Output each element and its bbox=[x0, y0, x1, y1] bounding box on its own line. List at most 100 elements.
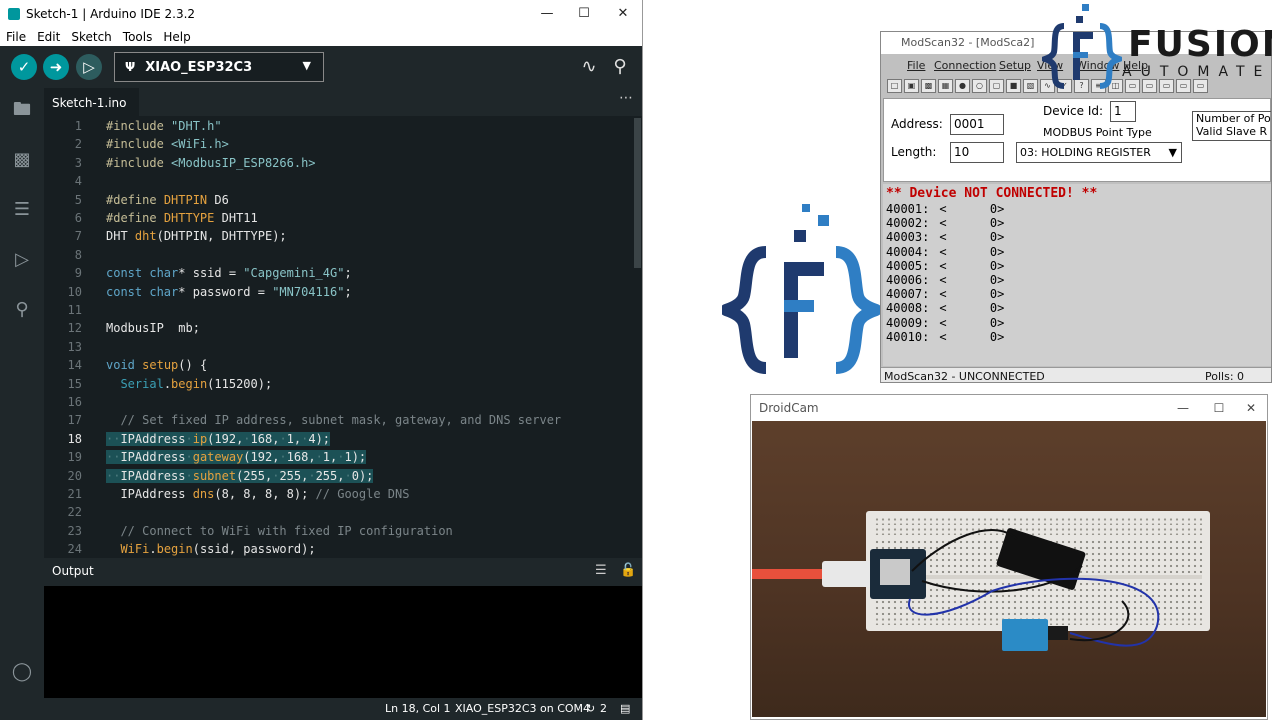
menu-tools[interactable]: Tools bbox=[123, 30, 153, 44]
register-row[interactable]: 40004: < 0> bbox=[886, 245, 1004, 259]
ms-menu-file[interactable]: File bbox=[907, 59, 925, 72]
code-text: IPAddress dns(8, 8, 8, 8); // Google DNS bbox=[106, 487, 410, 501]
code-line[interactable]: 6 #define DHTTYPE DHT11 bbox=[44, 209, 634, 227]
register-value: < 0> bbox=[939, 244, 1005, 259]
code-line[interactable]: 11 bbox=[44, 301, 634, 319]
board-selector[interactable]: Ψ XIAO_ESP32C3 ▼ bbox=[114, 52, 324, 82]
register-row[interactable]: 40002: < 0> bbox=[886, 216, 1004, 230]
code-line[interactable]: 20 ··IPAddress·subnet(255,·255,·255,·0); bbox=[44, 467, 634, 485]
register-row[interactable]: 40001: < 0> bbox=[886, 202, 1004, 216]
code-line[interactable]: 10 const char* password = "MN704116"; bbox=[44, 283, 634, 301]
line-number: 4 bbox=[74, 174, 82, 189]
arduino-app-icon bbox=[8, 8, 20, 20]
brand-left-brace bbox=[1042, 23, 1065, 89]
board-port-status[interactable]: XIAO_ESP32C3 on COM4 bbox=[455, 702, 590, 715]
code-line[interactable]: 16 bbox=[44, 393, 634, 411]
menu-file[interactable]: File bbox=[6, 30, 26, 44]
code-line[interactable]: 19 ··IPAddress·gateway(192,·168,·1,·1); bbox=[44, 448, 634, 466]
code-editor[interactable]: 1 #include "DHT.h" 2 #include <WiFi.h> 3 #inc… bbox=[44, 116, 642, 558]
code-line[interactable]: 24 WiFi.begin(ssid, password); bbox=[44, 540, 634, 558]
debug-panel-icon[interactable]: ▷ bbox=[10, 248, 34, 272]
brand-f-top bbox=[1073, 32, 1093, 39]
code-line[interactable]: 15 Serial.begin(115200); bbox=[44, 375, 634, 393]
register-row[interactable]: 40006: < 0> bbox=[886, 273, 1004, 287]
lock-icon[interactable]: 🔓 bbox=[620, 563, 636, 578]
verify-button[interactable]: ✓ bbox=[11, 54, 37, 80]
register-display[interactable]: ** Device NOT CONNECTED! ** 40001: < 0> 40… bbox=[883, 184, 1271, 366]
menu-sketch[interactable]: Sketch bbox=[71, 30, 111, 44]
register-value: < 0> bbox=[939, 329, 1005, 344]
clear-output-icon[interactable]: ☰ bbox=[595, 563, 607, 578]
register-row[interactable]: 40009: < 0> bbox=[886, 316, 1004, 330]
ide-titlebar[interactable]: Sketch-1 | Arduino IDE 2.3.2 — ☐ ✕ bbox=[0, 0, 642, 28]
register-row[interactable]: 40008: < 0> bbox=[886, 301, 1004, 315]
code-line[interactable]: 3 #include <ModbusIP_ESP8266.h> bbox=[44, 154, 634, 172]
code-line[interactable]: 17 // Set fixed IP address, subnet mask,… bbox=[44, 411, 634, 429]
library-icon[interactable]: ☰ bbox=[10, 198, 34, 222]
code-line[interactable]: 18 ··IPAddress·ip(192,·168,·1,·4); bbox=[44, 430, 634, 448]
ms-menu-setup[interactable]: Setup bbox=[999, 59, 1031, 72]
upload-button[interactable]: ➜ bbox=[43, 54, 69, 80]
length-input[interactable]: 10 bbox=[950, 142, 1004, 163]
code-line[interactable]: 12 ModbusIP mb; bbox=[44, 319, 634, 337]
register-row[interactable]: 40003: < 0> bbox=[886, 230, 1004, 244]
maximize-button[interactable]: ☐ bbox=[564, 0, 604, 28]
serial-monitor-icon[interactable]: ⚲ bbox=[609, 56, 631, 78]
register-value: < 0> bbox=[939, 258, 1005, 273]
dc-close-button[interactable]: ✕ bbox=[1239, 397, 1263, 419]
dc-minimize-button[interactable]: — bbox=[1171, 397, 1195, 419]
code-line[interactable]: 1 #include "DHT.h" bbox=[44, 117, 634, 135]
account-icon[interactable]: ◯ bbox=[10, 660, 34, 684]
debug-button[interactable]: ▷ bbox=[76, 54, 102, 80]
serial-plotter-icon[interactable]: ∿ bbox=[578, 56, 600, 78]
code-line[interactable]: 9 const char* ssid = "Capgemini_4G"; bbox=[44, 264, 634, 282]
register-row[interactable]: 40005: < 0> bbox=[886, 259, 1004, 273]
code-line[interactable]: 13 bbox=[44, 338, 634, 356]
register-row[interactable]: 40010: < 0> bbox=[886, 330, 1004, 344]
ms-menu-connection[interactable]: Connection bbox=[934, 59, 996, 72]
disconnect-icon[interactable]: ○ bbox=[972, 79, 987, 93]
register-row[interactable]: 40007: < 0> bbox=[886, 287, 1004, 301]
code-line[interactable]: 4 bbox=[44, 172, 634, 190]
editor-scrollbar[interactable] bbox=[634, 118, 641, 268]
more-icon[interactable]: ⋯ bbox=[619, 90, 633, 106]
board-manager-icon[interactable]: ▩ bbox=[10, 148, 34, 172]
print-icon[interactable]: ▦ bbox=[938, 79, 953, 93]
menu-edit[interactable]: Edit bbox=[37, 30, 60, 44]
close-button[interactable]: ✕ bbox=[603, 0, 642, 28]
code-line[interactable]: 8 bbox=[44, 246, 634, 264]
code-line[interactable]: 2 #include <WiFi.h> bbox=[44, 135, 634, 153]
tab-sketch[interactable]: Sketch-1.ino bbox=[44, 88, 139, 116]
minimize-button[interactable]: — bbox=[527, 0, 567, 28]
notification-icon[interactable]: ↻ bbox=[586, 702, 595, 715]
output-console[interactable] bbox=[44, 586, 642, 698]
point-type-select[interactable]: 03: HOLDING REGISTER ▼ bbox=[1016, 142, 1182, 163]
code-line[interactable]: 23 // Connect to WiFi with fixed IP conf… bbox=[44, 522, 634, 540]
register-address: 40008: bbox=[886, 301, 930, 316]
fusion-brand-logo: FUSION AUTOMATE bbox=[1042, 0, 1272, 90]
address-input[interactable]: 0001 bbox=[950, 114, 1004, 135]
code-line[interactable]: 5 #define DHTPIN D6 bbox=[44, 191, 634, 209]
panel-toggle-icon[interactable]: ▤ bbox=[620, 702, 630, 715]
display-icon[interactable]: ▢ bbox=[989, 79, 1004, 93]
tool-icon[interactable]: ▧ bbox=[1023, 79, 1038, 93]
code-line[interactable]: 14 void setup() { bbox=[44, 356, 634, 374]
code-text: ··IPAddress·subnet(255,·255,·255,·0); bbox=[106, 468, 374, 483]
code-line[interactable]: 7 DHT dht(DHTPIN, DHTTYPE); bbox=[44, 227, 634, 245]
stop-icon[interactable]: ■ bbox=[1006, 79, 1021, 93]
connect-icon[interactable]: ● bbox=[955, 79, 970, 93]
save-icon[interactable]: ▩ bbox=[921, 79, 936, 93]
f-top-bar bbox=[784, 262, 824, 276]
search-icon[interactable]: ⚲ bbox=[10, 298, 34, 322]
device-id-input[interactable]: 1 bbox=[1110, 101, 1136, 122]
code-line[interactable]: 22 bbox=[44, 503, 634, 521]
code-text: void setup() { bbox=[106, 358, 208, 373]
new-icon[interactable]: □ bbox=[887, 79, 902, 93]
cursor-position[interactable]: Ln 18, Col 1 bbox=[385, 702, 451, 715]
f-middle-bar bbox=[784, 300, 814, 312]
code-line[interactable]: 21 IPAddress dns(8, 8, 8, 8); // Google … bbox=[44, 485, 634, 503]
menu-help[interactable]: Help bbox=[163, 30, 190, 44]
folder-icon[interactable]: 🖿 bbox=[10, 98, 34, 122]
dc-maximize-button[interactable]: ☐ bbox=[1207, 397, 1231, 419]
open-icon[interactable]: ▣ bbox=[904, 79, 919, 93]
